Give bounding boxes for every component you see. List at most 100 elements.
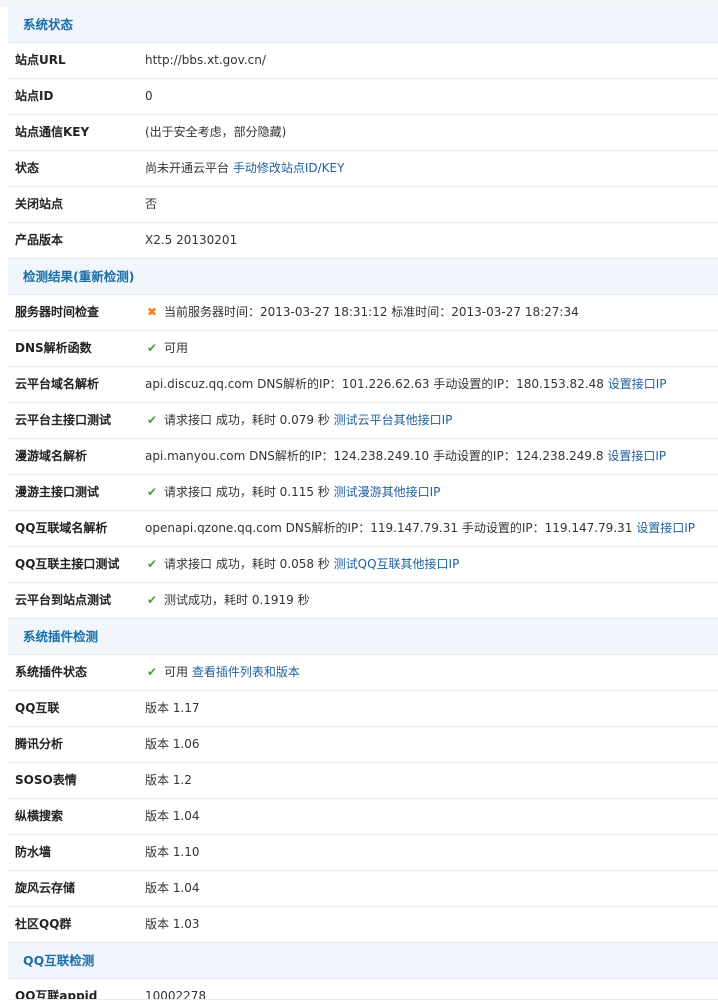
system-status-list: 站点URL http://bbs.xt.gov.cn/站点ID 0 站点通信KEY (出… — [0, 43, 718, 259]
row-value-cell: 版本 1.06 — [145, 727, 718, 762]
section-detect-results[interactable]: 检测结果(重新检测) — [8, 259, 718, 295]
table-row: QQ互联appid 10002278 — [8, 979, 718, 1000]
table-row: 防水墙 版本 1.10 — [8, 835, 718, 871]
row-value-cell: http://bbs.xt.gov.cn/ — [145, 43, 718, 78]
section-plugin-check: 系统插件检测 — [8, 619, 718, 655]
row-label: 关闭站点 — [15, 197, 64, 211]
row-label: 腾讯分析 — [15, 737, 64, 751]
row-label: 旋风云存储 — [15, 881, 76, 895]
row-value: 请求接口 成功，耗时 0.079 秒 — [164, 413, 330, 427]
row-action-link[interactable]: 测试云平台其他接口IP — [334, 413, 453, 427]
row-value-cell: ✔ 测试成功，耗时 0.1919 秒 — [145, 583, 718, 618]
row-label: 服务器时间检查 — [15, 305, 100, 319]
row-value-cell: 版本 1.04 — [145, 799, 718, 834]
row-value-cell: api.discuz.qq.com DNS解析的IP：101.226.62.63… — [145, 367, 718, 402]
row-value: 可用 — [164, 665, 189, 679]
row-value: 否 — [145, 197, 158, 211]
table-row: 漫游域名解析 api.manyou.com DNS解析的IP：124.238.24… — [8, 439, 718, 475]
plugin-check-list: 系统插件状态 ✔ 可用 查看插件列表和版本 QQ互联 版本 1.17 腾讯分析 版本 1.0… — [0, 655, 718, 943]
table-row: 服务器时间检查 ✖ 当前服务器时间：2013-03-27 18:31:12 标准时间… — [8, 295, 718, 331]
section-qq-connect: QQ互联检测 — [8, 943, 718, 979]
row-value-cell: ✔ 可用 查看插件列表和版本 — [145, 655, 718, 690]
check-icon: ✔ — [146, 665, 158, 679]
table-row: QQ互联主接口测试 ✔ 请求接口 成功，耗时 0.058 秒 测试QQ互联其他接口I… — [8, 547, 718, 583]
row-value-cell: 版本 1.2 — [145, 763, 718, 798]
row-value-cell: 版本 1.10 — [145, 835, 718, 870]
row-action-link[interactable]: 手动修改站点ID/KEY — [233, 161, 345, 175]
row-label: 防水墙 — [15, 845, 52, 859]
row-value-cell: 尚未开通云平台 手动修改站点ID/KEY — [145, 151, 718, 186]
table-row: DNS解析函数 ✔ 可用 — [8, 331, 718, 367]
table-row: 关闭站点 否 — [8, 187, 718, 223]
row-value: 可用 — [164, 341, 189, 355]
row-value: http://bbs.xt.gov.cn/ — [145, 53, 266, 67]
row-label: 站点ID — [15, 89, 54, 103]
row-value: 版本 1.06 — [145, 737, 200, 751]
row-value-cell: 版本 1.04 — [145, 871, 718, 906]
row-label: QQ互联appid — [15, 989, 98, 1000]
table-row: QQ互联 版本 1.17 — [8, 691, 718, 727]
row-value-cell: openapi.qzone.qq.com DNS解析的IP：119.147.79… — [145, 511, 718, 546]
row-action-link[interactable]: 查看插件列表和版本 — [192, 665, 300, 679]
row-value: 当前服务器时间：2013-03-27 18:31:12 标准时间：2013-03… — [164, 305, 579, 319]
table-row: 系统插件状态 ✔ 可用 查看插件列表和版本 — [8, 655, 718, 691]
row-label: 系统插件状态 — [15, 665, 88, 679]
row-label: 站点URL — [15, 53, 66, 67]
row-label: QQ互联主接口测试 — [15, 557, 120, 571]
row-label: 纵横搜索 — [15, 809, 64, 823]
row-action-link[interactable]: 设置接口IP — [636, 521, 695, 535]
row-action-link[interactable]: 测试漫游其他接口IP — [334, 485, 441, 499]
row-value: 尚未开通云平台 — [145, 161, 230, 175]
row-action-link[interactable]: 测试QQ互联其他接口IP — [334, 557, 460, 571]
top-strip — [0, 0, 718, 7]
table-row: QQ互联域名解析 openapi.qzone.qq.com DNS解析的IP：11… — [8, 511, 718, 547]
row-value: 版本 1.10 — [145, 845, 200, 859]
table-row: 站点ID 0 — [8, 79, 718, 115]
row-value-cell: 版本 1.03 — [145, 907, 718, 942]
section-system-status: 系统状态 — [8, 7, 718, 43]
row-value: 请求接口 成功，耗时 0.058 秒 — [164, 557, 330, 571]
check-icon: ✔ — [146, 413, 158, 427]
row-value-cell: api.manyou.com DNS解析的IP：124.238.249.10 手… — [145, 439, 718, 474]
row-value-cell: ✔ 请求接口 成功，耗时 0.079 秒 测试云平台其他接口IP — [145, 403, 718, 438]
row-label: 站点通信KEY — [15, 125, 90, 139]
check-icon: ✔ — [146, 485, 158, 499]
row-value-cell: 版本 1.17 — [145, 691, 718, 726]
check-icon: ✔ — [146, 557, 158, 571]
row-value: 版本 1.04 — [145, 881, 200, 895]
row-value-cell: ✔ 请求接口 成功，耗时 0.115 秒 测试漫游其他接口IP — [145, 475, 718, 510]
row-value-cell: 否 — [145, 187, 718, 222]
row-label: 漫游域名解析 — [15, 449, 88, 463]
row-value: api.discuz.qq.com DNS解析的IP：101.226.62.63… — [145, 377, 604, 391]
row-value-cell: 10002278 — [145, 979, 718, 999]
row-value: 版本 1.04 — [145, 809, 200, 823]
table-row: 腾讯分析 版本 1.06 — [8, 727, 718, 763]
table-row: 社区QQ群 版本 1.03 — [8, 907, 718, 943]
row-value: 请求接口 成功，耗时 0.115 秒 — [164, 485, 330, 499]
table-row: 站点通信KEY (出于安全考虑，部分隐藏) — [8, 115, 718, 151]
table-row: 漫游主接口测试 ✔ 请求接口 成功，耗时 0.115 秒 测试漫游其他接口IP — [8, 475, 718, 511]
row-value-cell: 0 — [145, 79, 718, 114]
row-label: 云平台域名解析 — [15, 377, 100, 391]
table-row: 站点URL http://bbs.xt.gov.cn/ — [8, 43, 718, 79]
row-value-cell: ✔ 请求接口 成功，耗时 0.058 秒 测试QQ互联其他接口IP — [145, 547, 718, 582]
table-row: SOSO表情 版本 1.2 — [8, 763, 718, 799]
row-value-cell: (出于安全考虑，部分隐藏) — [145, 115, 718, 150]
row-value: (出于安全考虑，部分隐藏) — [145, 125, 287, 139]
row-value: 测试成功，耗时 0.1919 秒 — [164, 593, 310, 607]
row-action-link[interactable]: 设置接口IP — [608, 377, 667, 391]
row-value: 版本 1.03 — [145, 917, 200, 931]
row-action-link[interactable]: 设置接口IP — [607, 449, 666, 463]
row-value: api.manyou.com DNS解析的IP：124.238.249.10 手… — [145, 449, 604, 463]
status-page: 系统状态 站点URL http://bbs.xt.gov.cn/站点ID 0 站点通信… — [0, 0, 718, 1000]
table-row: 云平台到站点测试 ✔ 测试成功，耗时 0.1919 秒 — [8, 583, 718, 619]
row-value: 10002278 — [145, 989, 207, 999]
check-icon: ✔ — [146, 341, 158, 355]
row-value-cell: ✔ 可用 — [145, 331, 718, 366]
row-label: QQ互联 — [15, 701, 60, 715]
row-value: X2.5 20130201 — [145, 233, 238, 247]
table-row: 状态 尚未开通云平台 手动修改站点ID/KEY — [8, 151, 718, 187]
row-label: 漫游主接口测试 — [15, 485, 100, 499]
row-label: 云平台主接口测试 — [15, 413, 112, 427]
row-label: SOSO表情 — [15, 773, 77, 787]
